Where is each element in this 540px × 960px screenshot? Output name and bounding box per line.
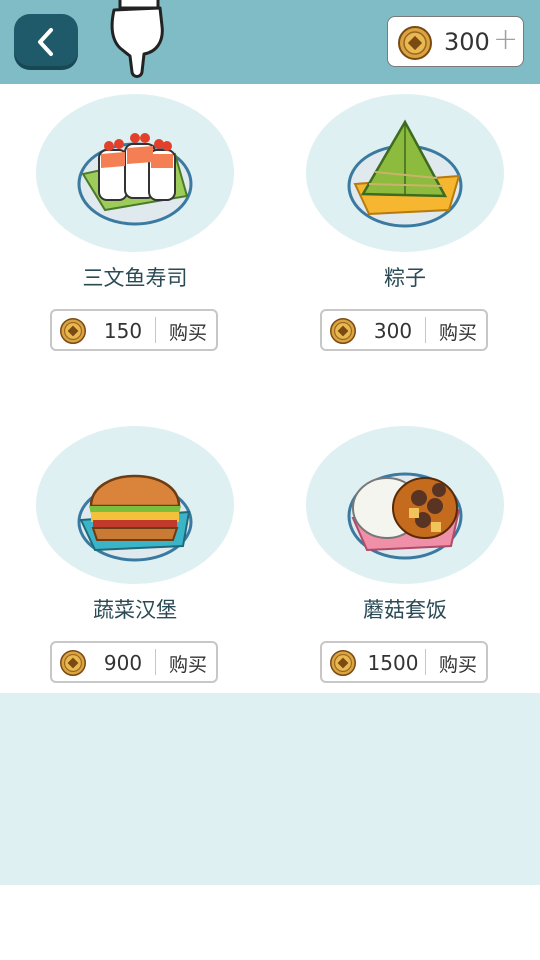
buy-label: 购买 — [168, 322, 207, 344]
mushroom-rice-icon[interactable] — [345, 446, 465, 566]
add-coins-button[interactable]: + — [493, 22, 518, 57]
buy-label: 购买 — [438, 322, 477, 344]
item-price: 1500 — [367, 651, 419, 675]
shop-grid: 三文鱼寿司 150 购买 粽子 300 购买 蔬菜汉堡 900 购买 蘑菇套饭 … — [0, 84, 540, 693]
item-price: 300 — [373, 319, 413, 343]
pointing-hand-icon — [110, 0, 164, 78]
buy-button[interactable]: 300 购买 — [320, 309, 488, 351]
coin-icon — [60, 318, 86, 344]
divider — [155, 649, 156, 675]
divider — [425, 649, 426, 675]
salmon-sushi-icon[interactable] — [75, 114, 195, 234]
item-name: 粽子 — [384, 266, 426, 290]
buy-button[interactable]: 150 购买 — [50, 309, 218, 351]
coin-amount: 300 — [444, 28, 490, 56]
coin-icon — [330, 318, 356, 344]
footer-area — [0, 885, 540, 960]
divider — [425, 317, 426, 343]
coin-icon — [330, 650, 356, 676]
chevron-left-icon — [38, 28, 53, 56]
bottom-panel — [0, 693, 540, 885]
coin-balance[interactable]: 300 + — [387, 16, 524, 67]
top-bar: 300 + — [0, 0, 540, 84]
zongzi-icon[interactable] — [345, 114, 465, 234]
back-button[interactable] — [14, 14, 78, 70]
item-price: 150 — [103, 319, 143, 343]
shop-item: 蔬菜汉堡 900 购买 — [36, 426, 236, 686]
buy-label: 购买 — [438, 654, 477, 676]
buy-label: 购买 — [168, 654, 207, 676]
veggie-burger-icon[interactable] — [75, 446, 195, 566]
item-price: 900 — [103, 651, 143, 675]
item-name: 蔬菜汉堡 — [93, 598, 177, 622]
divider — [155, 317, 156, 343]
shop-item: 粽子 300 购买 — [306, 94, 506, 354]
item-name: 蘑菇套饭 — [363, 598, 447, 622]
coin-icon — [60, 650, 86, 676]
shop-item: 蘑菇套饭 1500 购买 — [306, 426, 506, 686]
buy-button[interactable]: 900 购买 — [50, 641, 218, 683]
item-name: 三文鱼寿司 — [82, 266, 188, 290]
buy-button[interactable]: 1500 购买 — [320, 641, 488, 683]
shop-item: 三文鱼寿司 150 购买 — [36, 94, 236, 354]
coin-icon — [398, 26, 432, 60]
